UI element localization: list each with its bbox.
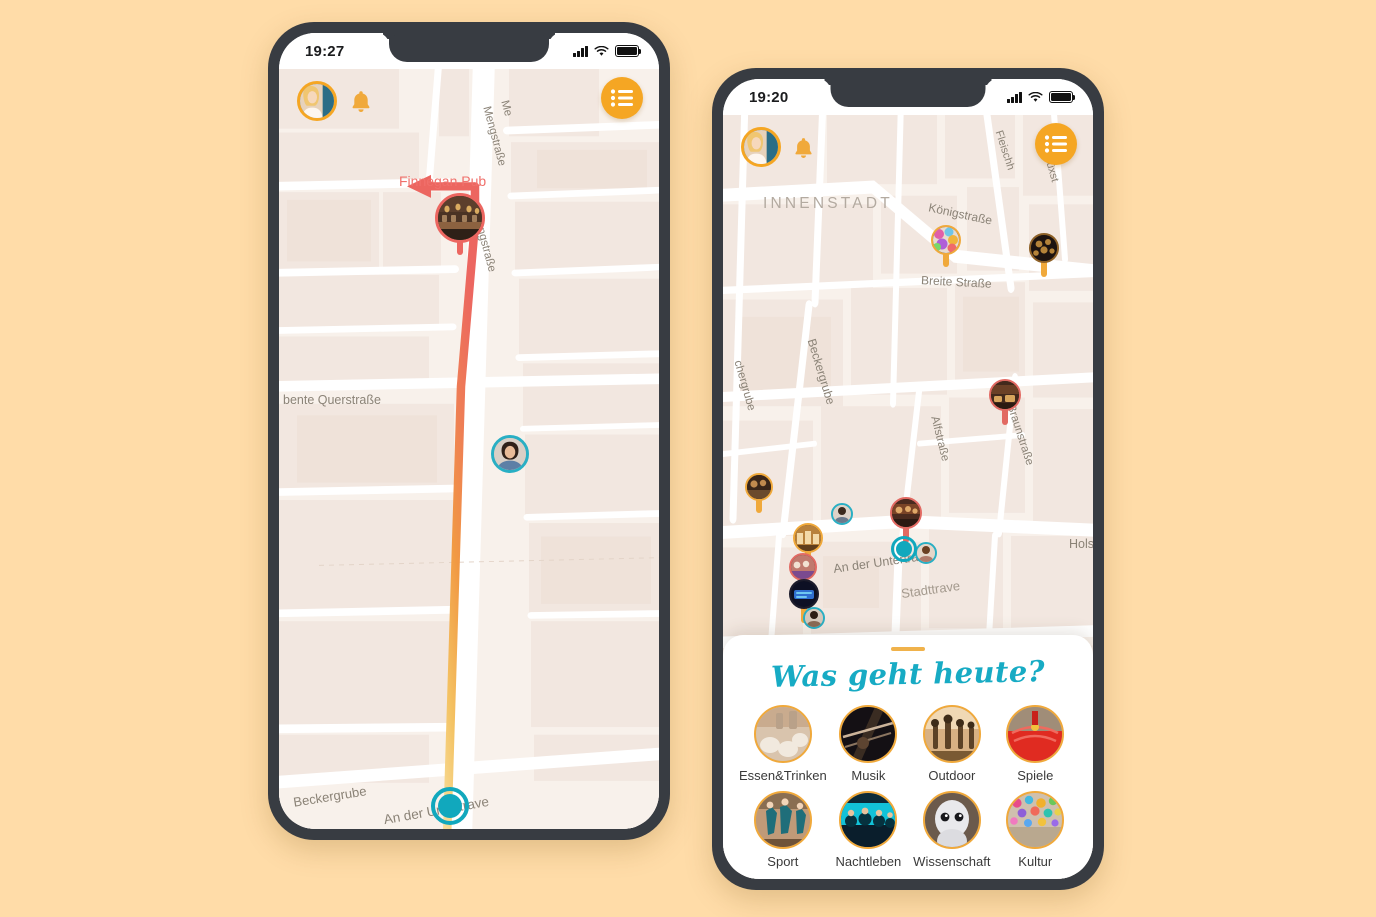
venue-pin-finnegan-pub[interactable] <box>435 193 485 255</box>
user-avatar[interactable] <box>297 81 337 121</box>
battery-icon <box>1049 91 1076 103</box>
list-icon <box>610 89 633 107</box>
category-label: Wissenschaft <box>913 854 991 869</box>
category-sport[interactable]: Sport <box>739 791 827 869</box>
signal-bars-icon <box>573 45 588 57</box>
category-outdoor[interactable]: Outdoor <box>910 705 993 783</box>
category-musik[interactable]: Musik <box>827 705 910 783</box>
wifi-icon <box>1028 91 1043 102</box>
category-label: Essen&Trinken <box>739 768 827 783</box>
category-label: Nachtleben <box>835 854 902 869</box>
event-pin-food[interactable] <box>989 379 1021 425</box>
pub-interior-thumb <box>438 196 482 240</box>
map-header-right <box>741 127 814 167</box>
category-label: Sport <box>767 854 799 869</box>
category-label: Musik <box>851 768 886 783</box>
event-pin-concert[interactable] <box>1029 233 1059 277</box>
list-icon <box>1044 135 1067 153</box>
category-essen-trinken[interactable]: Essen&Trinken <box>739 705 827 783</box>
venue-label-finnegan-pub[interactable]: Finnegan Pub <box>399 173 486 189</box>
music-thumb <box>839 705 898 763</box>
friend-avatar-thumb <box>494 438 526 470</box>
person-marker-2[interactable] <box>915 542 937 564</box>
drinks-thumb <box>753 705 812 763</box>
category-label: Kultur <box>1018 854 1053 869</box>
status-icons <box>573 45 642 57</box>
person-marker-1[interactable] <box>831 503 853 525</box>
bell-icon[interactable] <box>793 136 814 159</box>
friend-avatar-marker[interactable] <box>491 435 529 473</box>
category-spiele[interactable]: Spiele <box>994 705 1077 783</box>
science-thumb <box>922 791 981 849</box>
list-view-button[interactable] <box>1035 123 1077 165</box>
current-location-beacon <box>891 536 917 562</box>
category-label: Spiele <box>1017 768 1054 783</box>
notch <box>389 33 549 62</box>
status-time: 19:27 <box>305 42 345 60</box>
battery-icon <box>615 45 642 57</box>
discover-bottom-sheet[interactable]: Was geht heute? Essen&Trinken Musik Outd… <box>723 635 1093 879</box>
user-avatar-image <box>744 130 778 164</box>
sheet-title: Was geht heute? <box>770 654 1046 694</box>
user-avatar-image <box>300 84 334 118</box>
category-grid: Essen&Trinken Musik Outdoor Spiele Sport… <box>739 705 1077 869</box>
screen-discover-view: 19:20 INNENSTADT Königstraße Fleischh Hü… <box>723 79 1093 879</box>
sport-thumb <box>753 791 812 849</box>
map-header-left <box>297 81 372 121</box>
current-location-beacon <box>431 787 469 825</box>
category-label: Outdoor <box>928 768 976 783</box>
notch <box>830 79 986 107</box>
person-marker-3[interactable] <box>803 607 825 629</box>
signal-bars-icon <box>1007 91 1022 103</box>
wifi-icon <box>594 45 609 56</box>
event-pin-cafe[interactable] <box>745 473 773 513</box>
bell-icon[interactable] <box>350 89 372 113</box>
nightlife-thumb <box>839 791 898 849</box>
culture-thumb <box>1006 791 1065 849</box>
phone-route-view: 19:27 Mengstraße Me Mengstraße bente Que… <box>268 22 670 840</box>
map-canvas-route[interactable]: Mengstraße Me Mengstraße bente Querstraß… <box>279 69 659 829</box>
category-nachtleben[interactable]: Nachtleben <box>827 791 910 869</box>
category-kultur[interactable]: Kultur <box>994 791 1077 869</box>
status-icons <box>1007 91 1076 103</box>
category-wissenschaft[interactable]: Wissenschaft <box>910 791 993 869</box>
screen-route-view: 19:27 Mengstraße Me Mengstraße bente Que… <box>279 33 659 829</box>
outdoor-thumb <box>922 705 981 763</box>
games-thumb <box>1006 705 1065 763</box>
screenshot-canvas: 19:27 Mengstraße Me Mengstraße bente Que… <box>0 0 1376 917</box>
user-avatar[interactable] <box>741 127 781 167</box>
status-time: 19:20 <box>749 88 789 106</box>
phone-discover-view: 19:20 INNENSTADT Königstraße Fleischh Hü… <box>712 68 1104 890</box>
event-pin-balloons[interactable] <box>931 225 961 267</box>
list-view-button[interactable] <box>601 77 643 119</box>
drag-handle[interactable] <box>891 647 925 651</box>
